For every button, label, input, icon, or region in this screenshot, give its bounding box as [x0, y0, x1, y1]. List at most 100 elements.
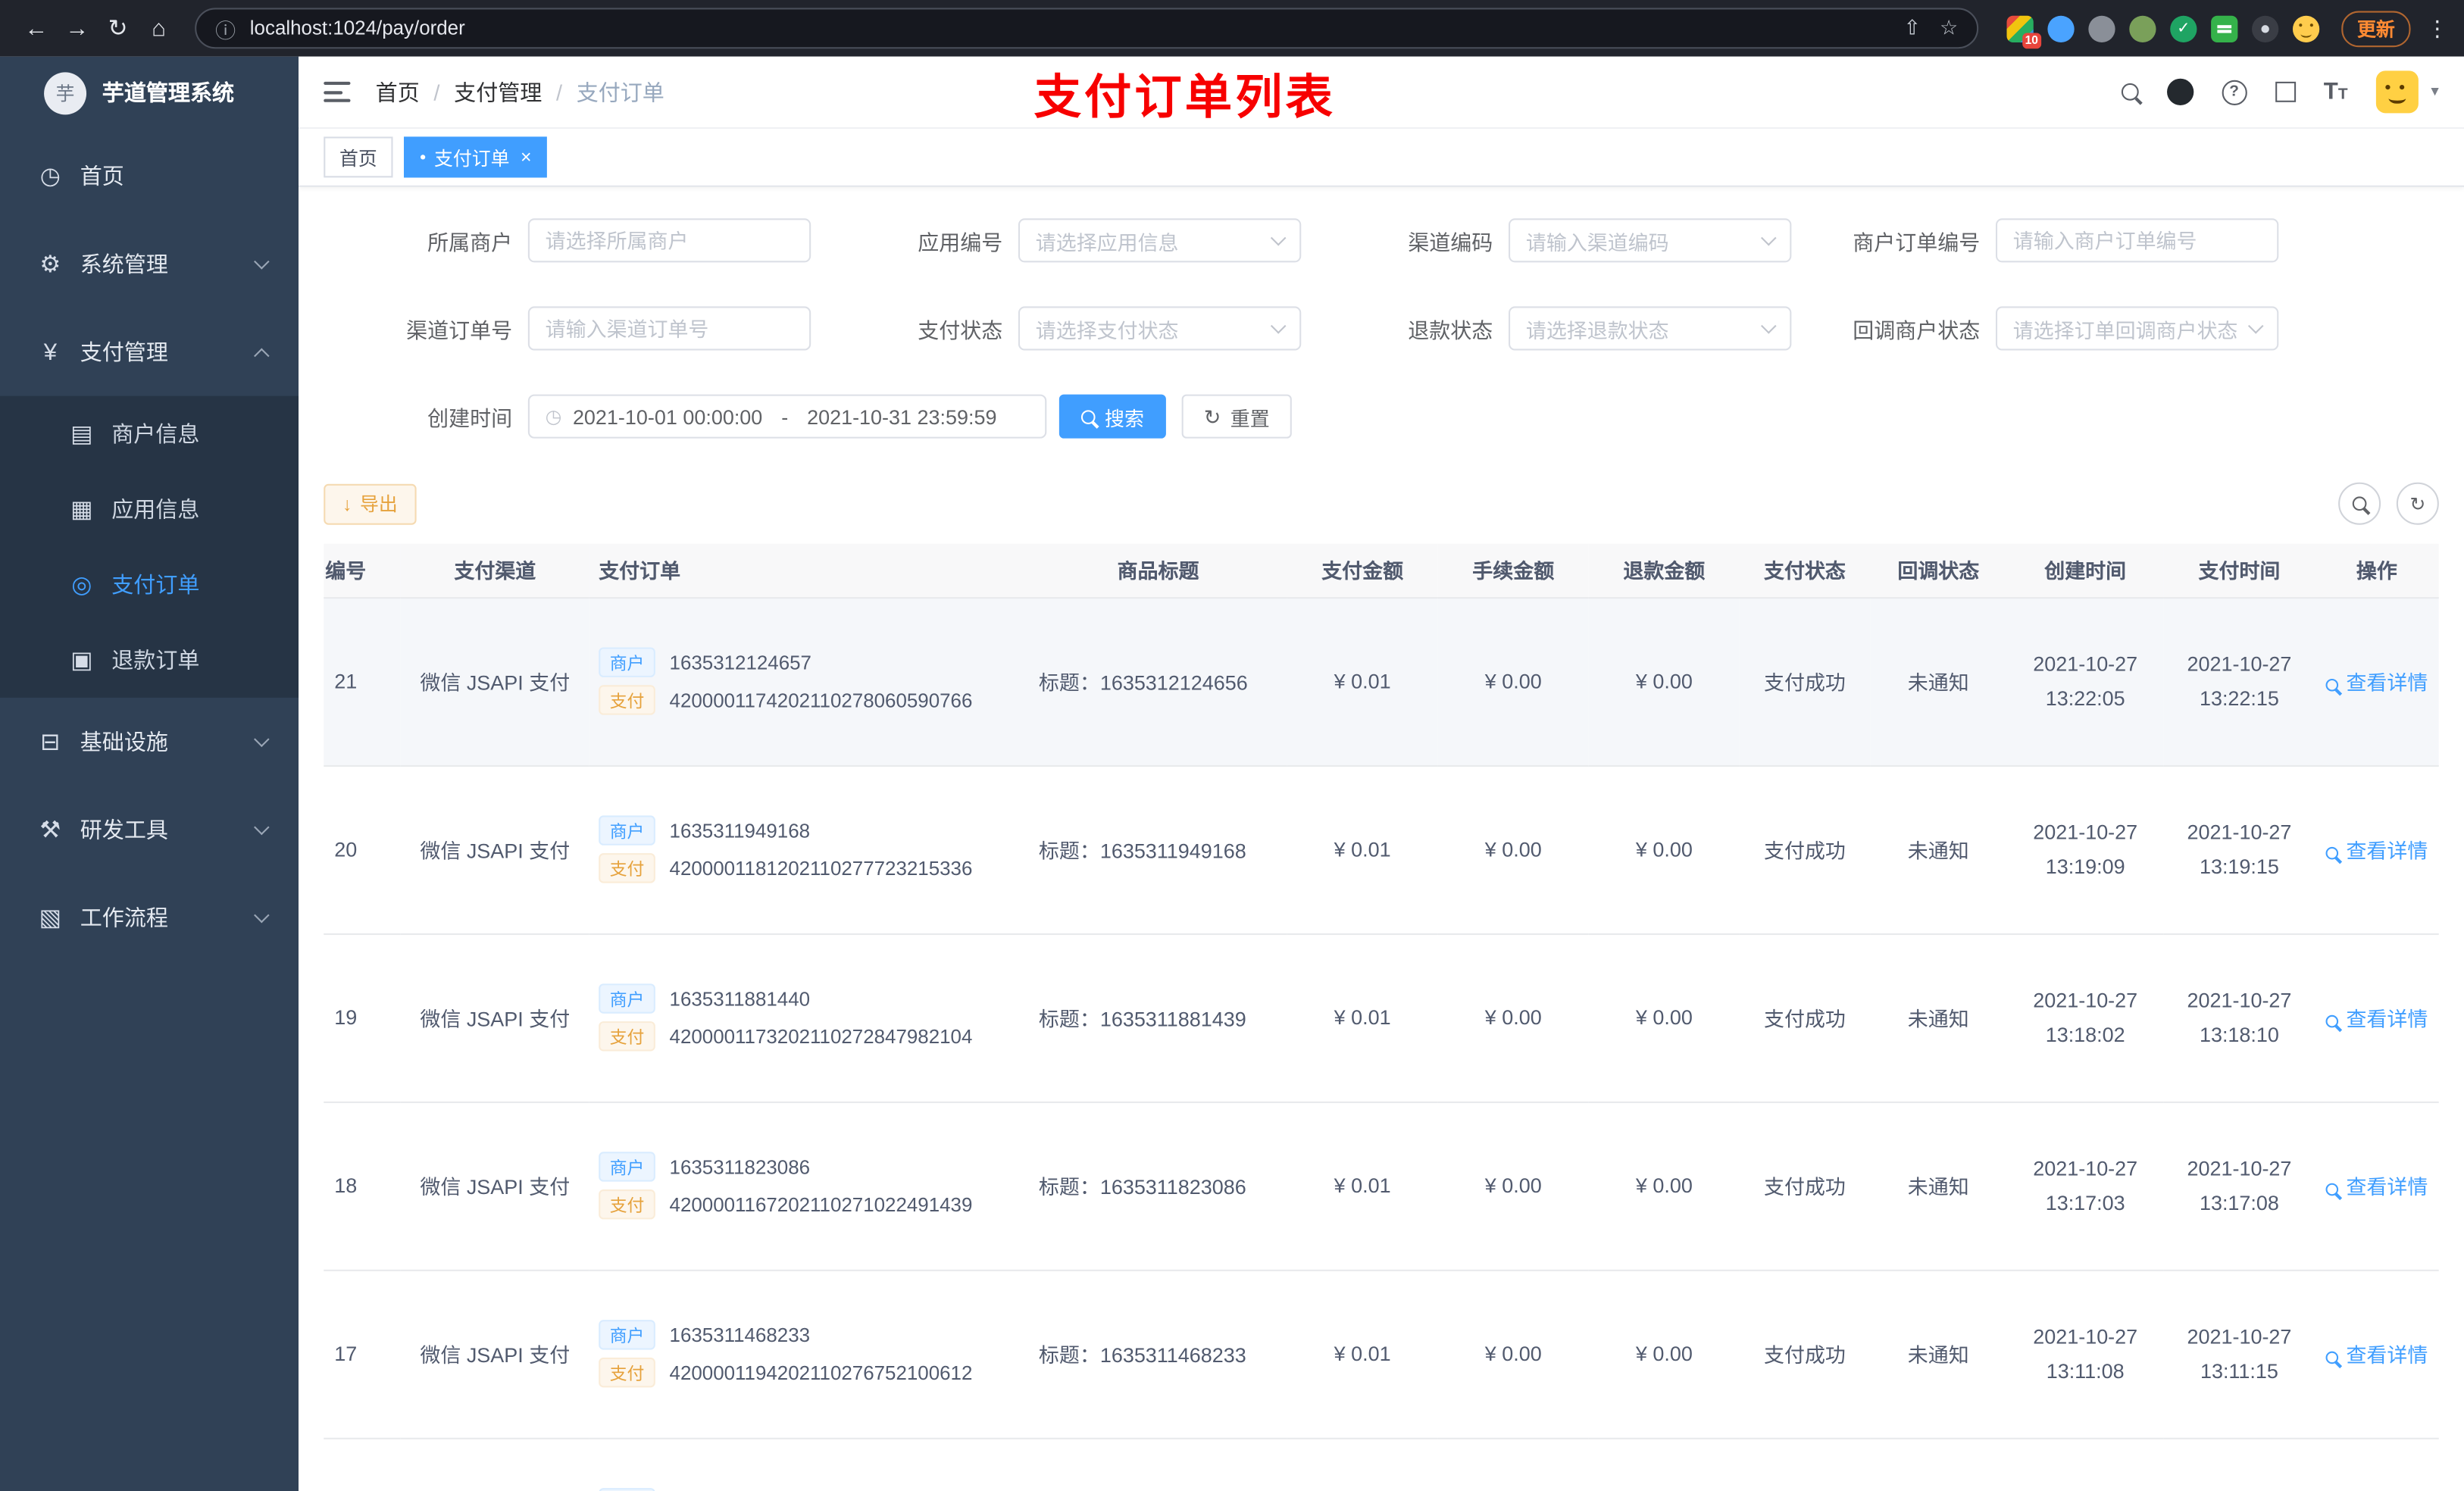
extension-chat-icon[interactable]: [2211, 14, 2238, 42]
order-id: 17: [324, 1269, 401, 1439]
search-icon[interactable]: [2121, 83, 2139, 101]
date-range-picker[interactable]: ◷ 2021-10-01 00:00:00 - 2021-10-31 23:59…: [527, 394, 1047, 439]
tags-view-bar: 首页 ● 支付订单 ×: [299, 129, 2464, 187]
help-icon[interactable]: ?: [2221, 79, 2247, 105]
extension-check-icon[interactable]: ✓: [2170, 14, 2197, 42]
sidebar-item-payment[interactable]: ¥ 支付管理: [0, 308, 299, 396]
created-time: 2021-10-27 13:17:03: [2006, 1101, 2164, 1271]
infrastructure-icon: ⊟: [40, 729, 61, 756]
pay-tag: 支付: [599, 1021, 655, 1052]
breadcrumb-pay-mgmt[interactable]: 支付管理: [454, 77, 542, 108]
pay-amount: ¥ 0.01: [1287, 765, 1438, 934]
back-icon[interactable]: ←: [16, 8, 57, 48]
breadcrumb-separator: /: [433, 79, 440, 105]
notify-status: [1870, 1437, 2007, 1491]
notify-status-select[interactable]: 请选择订单回调商户状态: [1995, 306, 2279, 351]
browser-update-button[interactable]: 更新: [2341, 10, 2411, 47]
refund-status-select[interactable]: 请选择退款状态: [1509, 306, 1792, 351]
sidebar-item-label: 工作流程: [80, 905, 168, 930]
browser-menu-icon[interactable]: ⋮: [2426, 15, 2448, 42]
sidebar-fold-icon[interactable]: [324, 81, 351, 102]
table-header: 编号 支付渠道 支付订单 商品标题 支付金额 手续金额 退款金额 支付状态 回调…: [324, 543, 2439, 599]
sidebar-item-pay-order[interactable]: ◎ 支付订单: [0, 547, 299, 623]
extension-gray-icon[interactable]: [2088, 14, 2115, 42]
merchant-input[interactable]: [545, 228, 794, 252]
date-separator: -: [781, 405, 789, 429]
url-text: localhost:1024/pay/order: [249, 17, 465, 39]
refresh-list-button[interactable]: ↻: [2396, 482, 2439, 525]
merchant-order-no: 1635312124657: [669, 651, 811, 674]
channel-order-no-input[interactable]: [545, 316, 794, 341]
field-label: 所属商户: [427, 230, 513, 255]
pay-channel: 微信 JSAPI 支付: [400, 1269, 589, 1439]
share-icon[interactable]: ⇧: [1903, 16, 1921, 41]
pay-status-select[interactable]: 请选择支付状态: [1018, 306, 1302, 351]
sidebar-item-system[interactable]: ⚙ 系统管理: [0, 220, 299, 308]
sidebar-item-devtools[interactable]: ⚒ 研发工具: [0, 786, 299, 874]
bookmark-star-icon[interactable]: ☆: [1940, 16, 1958, 41]
sidebar-item-refund-order[interactable]: ▣ 退款订单: [0, 622, 299, 698]
chevron-down-icon: [2247, 317, 2264, 333]
search-button[interactable]: 搜索: [1058, 394, 1166, 439]
font-size-icon[interactable]: TT: [2324, 80, 2348, 104]
breadcrumb-home[interactable]: 首页: [376, 77, 420, 108]
chevron-down-icon: [254, 730, 270, 747]
channel-code-select[interactable]: 请输入渠道编码: [1509, 218, 1792, 263]
view-detail-link[interactable]: 查看详情: [2315, 1437, 2439, 1491]
tab-home[interactable]: 首页: [324, 136, 393, 178]
pay-order-cell: 商户 1635312124657 支付 42000011742021102780…: [589, 597, 1030, 767]
title-prefix: 标题：: [1038, 839, 1100, 863]
toggle-search-button[interactable]: [2338, 482, 2381, 525]
search-icon: [2325, 846, 2339, 859]
field-label: 回调商户状态: [1853, 319, 1981, 343]
fullscreen-icon[interactable]: [2275, 81, 2296, 102]
github-icon[interactable]: [2166, 78, 2194, 105]
home-icon[interactable]: ⌂: [139, 8, 180, 48]
extension-drop-icon[interactable]: [2047, 14, 2075, 42]
user-avatar[interactable]: [2375, 70, 2419, 114]
url-bar[interactable]: ⓘ localhost:1024/pay/order ⇧ ☆: [195, 8, 1979, 49]
field-label: 支付状态: [918, 319, 1003, 343]
extension-puzzle-icon[interactable]: 10: [2006, 14, 2042, 48]
sidebar-item-infra[interactable]: ⊟ 基础设施: [0, 698, 299, 786]
site-info-icon[interactable]: ⓘ: [215, 14, 236, 43]
sidebar-item-app-info[interactable]: ▦ 应用信息: [0, 471, 299, 547]
view-detail-link[interactable]: 查看详情: [2315, 1269, 2439, 1439]
sidebar-item-workflow[interactable]: ▧ 工作流程: [0, 874, 299, 961]
tab-pay-order[interactable]: ● 支付订单 ×: [404, 136, 548, 178]
extension-pin-icon[interactable]: [2252, 14, 2279, 42]
pay-order-cell: 商户 1635311157286 支付: [589, 1437, 1030, 1491]
app-title: 芋道管理系统: [102, 80, 235, 105]
sidebar-item-home[interactable]: ◷ 首页: [0, 132, 299, 220]
merchant-order-no-input[interactable]: [2012, 228, 2262, 252]
app-logo-row[interactable]: 芋 芋道管理系统: [0, 57, 299, 129]
field-label: 退款状态: [1408, 319, 1493, 343]
chevron-down-icon: [1270, 229, 1287, 245]
filter-form: 所属商户 应用编号 请选择应用信息 渠道编码 请输入渠道编码 商户订单编号: [299, 187, 2464, 439]
title-prefix: 标题：: [1038, 1343, 1100, 1368]
filter-pay-status: 支付状态 请选择支付状态: [811, 306, 1302, 351]
view-detail-link[interactable]: 查看详情: [2315, 765, 2439, 934]
reset-button[interactable]: ↻ 重置: [1181, 394, 1292, 439]
yen-icon: ¥: [43, 338, 58, 366]
export-button[interactable]: ↓ 导出: [324, 483, 417, 524]
view-detail-link[interactable]: 查看详情: [2315, 1101, 2439, 1271]
forward-icon[interactable]: →: [57, 8, 98, 48]
sidebar-item-merchant-info[interactable]: ▤ 商户信息: [0, 396, 299, 472]
refund-amount: ¥ 0.00: [1588, 933, 1740, 1102]
view-detail-link[interactable]: 查看详情: [2315, 933, 2439, 1102]
notify-status: 未通知: [1870, 933, 2007, 1102]
view-detail-link[interactable]: 查看详情: [2315, 597, 2439, 767]
pay-amount: ¥ 0.01: [1287, 933, 1438, 1102]
extension-green-icon[interactable]: [2129, 14, 2156, 42]
col-title: 商品标题: [1029, 543, 1287, 599]
created-time: 2021-10-27 13:19:09: [2006, 765, 2164, 934]
extension-avatar-icon[interactable]: [2292, 14, 2320, 42]
app-id-select[interactable]: 请选择应用信息: [1018, 218, 1302, 263]
avatar-caret-icon[interactable]: ▾: [2431, 83, 2438, 101]
col-paid: 支付时间: [2163, 543, 2315, 599]
notify-status: 未通知: [1870, 765, 2007, 934]
tab-close-icon[interactable]: ×: [521, 146, 532, 168]
reload-icon[interactable]: ↻: [98, 8, 139, 48]
merchant-tag: 商户: [599, 983, 655, 1014]
